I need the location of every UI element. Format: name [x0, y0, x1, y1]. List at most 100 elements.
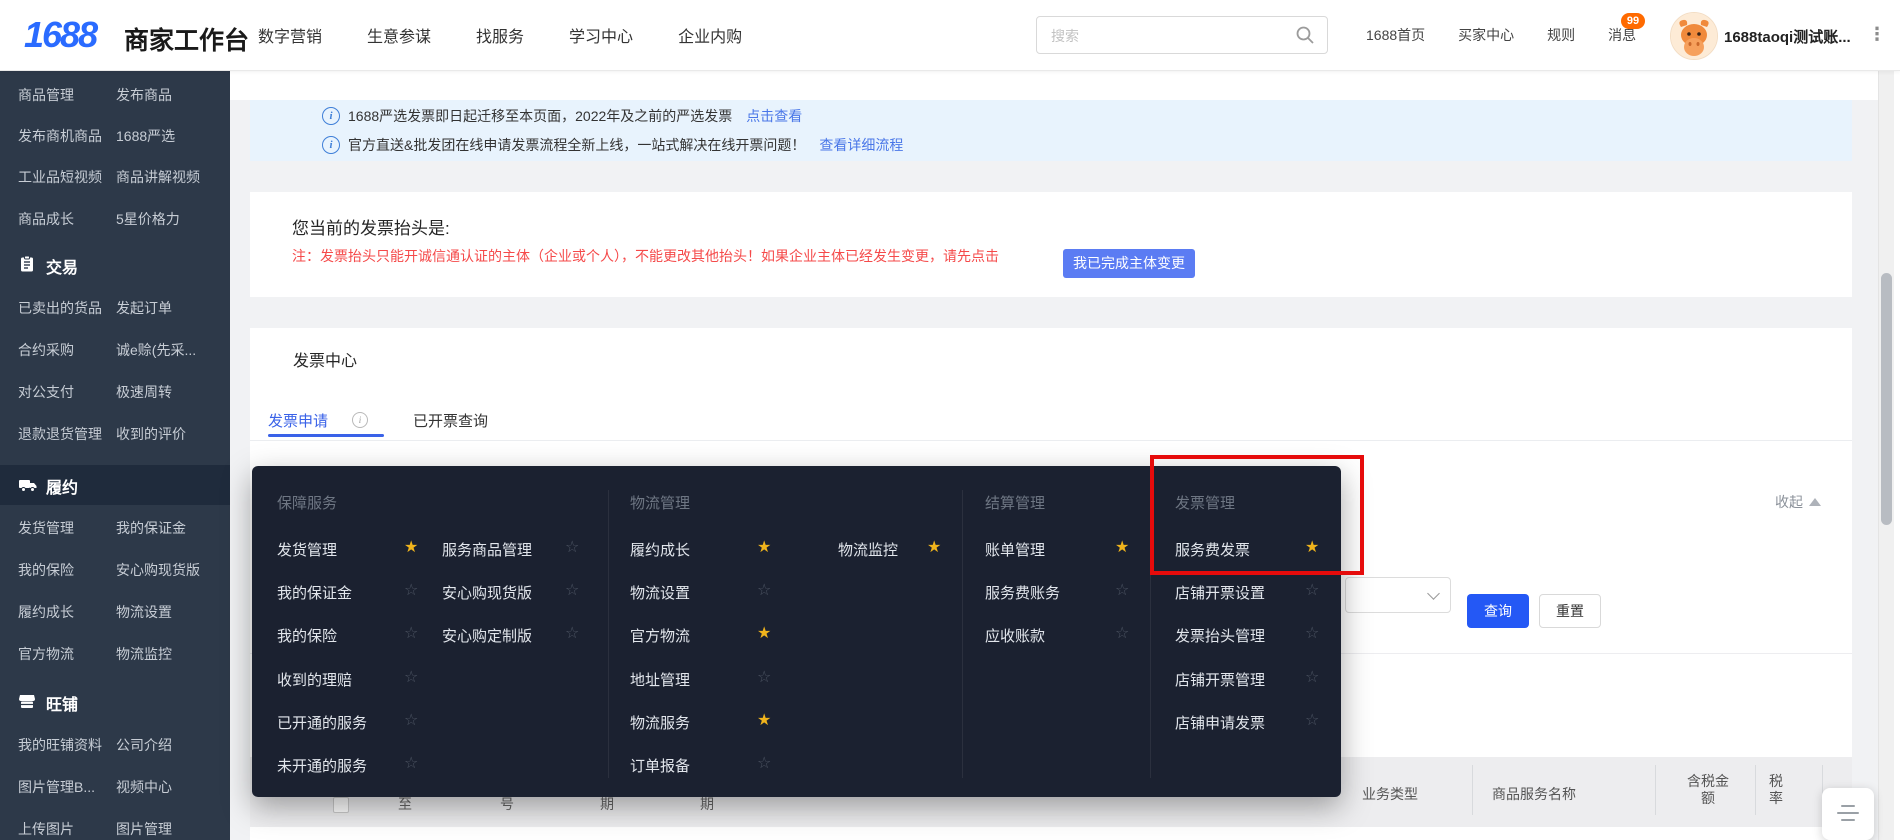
sidebar-item[interactable]: 物流设置: [116, 602, 172, 622]
mega-menu-item[interactable]: 应收账款: [985, 625, 1045, 646]
mega-menu-item[interactable]: 履约成长: [630, 539, 690, 560]
sidebar-item[interactable]: 发起订单: [116, 298, 172, 318]
sidebar-item[interactable]: 我的保证金: [116, 518, 186, 538]
mega-menu-item[interactable]: 店铺申请发票: [1175, 712, 1265, 733]
sidebar-section-交易[interactable]: 交易: [0, 245, 230, 285]
avatar[interactable]: [1670, 12, 1718, 60]
mega-menu-item[interactable]: 发货管理: [277, 539, 337, 560]
favorite-star-outline-icon[interactable]: ☆: [565, 538, 579, 558]
sidebar-item[interactable]: 退款退货管理: [18, 424, 102, 444]
favorite-star-outline-icon[interactable]: ☆: [1115, 581, 1129, 601]
favorite-star-outline-icon[interactable]: ☆: [404, 754, 418, 774]
mega-menu-item[interactable]: 我的保证金: [277, 582, 352, 603]
sidebar-section-履约[interactable]: 履约: [0, 465, 230, 505]
favorite-star-filled-icon[interactable]: ★: [757, 711, 771, 731]
sidebar-item[interactable]: 公司介绍: [116, 735, 172, 755]
sidebar-item[interactable]: 对公支付: [18, 382, 74, 402]
reset-button[interactable]: 重置: [1539, 594, 1601, 628]
favorite-star-outline-icon[interactable]: ☆: [404, 711, 418, 731]
mega-menu-item[interactable]: 店铺开票管理: [1175, 669, 1265, 690]
favorite-star-filled-icon[interactable]: ★: [1115, 538, 1129, 558]
link-rules[interactable]: 规则: [1547, 25, 1575, 45]
favorite-star-outline-icon[interactable]: ☆: [1115, 624, 1129, 644]
mega-menu-item[interactable]: 地址管理: [630, 669, 690, 690]
filter-select[interactable]: [1345, 577, 1451, 613]
favorite-star-filled-icon[interactable]: ★: [757, 624, 771, 644]
mega-menu-item[interactable]: 服务商品管理: [442, 539, 532, 560]
tab-invoice-apply[interactable]: 发票申请: [268, 410, 328, 431]
nav-learning-center[interactable]: 学习中心: [569, 23, 633, 47]
sidebar-item[interactable]: 1688严选: [116, 126, 175, 146]
mega-menu-item[interactable]: 店铺开票设置: [1175, 582, 1265, 603]
mega-menu-item[interactable]: 物流设置: [630, 582, 690, 603]
mega-menu-item[interactable]: 发票抬头管理: [1175, 625, 1265, 646]
sidebar-item[interactable]: 商品讲解视频: [116, 167, 200, 187]
tab-issued-query[interactable]: 已开票查询: [413, 410, 488, 431]
account-name[interactable]: 1688taoqi测试账...: [1724, 26, 1862, 47]
favorite-star-outline-icon[interactable]: ☆: [1305, 668, 1319, 688]
sidebar-item[interactable]: 发货管理: [18, 518, 74, 538]
message-count-badge[interactable]: 99: [1621, 13, 1645, 29]
sidebar-item[interactable]: 合约采购: [18, 340, 74, 360]
nav-find-services[interactable]: 找服务: [476, 23, 524, 47]
sidebar-item[interactable]: 上传图片: [18, 819, 74, 839]
mega-menu-item[interactable]: 安心购定制版: [442, 625, 532, 646]
mega-menu-item[interactable]: 已开通的服务: [277, 712, 367, 733]
favorite-star-outline-icon[interactable]: ☆: [1305, 624, 1319, 644]
floating-widget-button[interactable]: [1822, 788, 1874, 840]
sidebar-item[interactable]: 我的保险: [18, 560, 74, 580]
sidebar-item[interactable]: 官方物流: [18, 644, 74, 664]
favorite-star-outline-icon[interactable]: ☆: [1305, 581, 1319, 601]
sidebar-item[interactable]: 图片管理B...: [18, 777, 95, 797]
mega-menu-item[interactable]: 物流监控: [838, 539, 898, 560]
link-buyer-center[interactable]: 买家中心: [1458, 25, 1514, 45]
sidebar-item[interactable]: 履约成长: [18, 602, 74, 622]
favorite-star-outline-icon[interactable]: ☆: [757, 581, 771, 601]
favorite-star-filled-icon[interactable]: ★: [757, 538, 771, 558]
sidebar-item[interactable]: 商品管理: [18, 85, 74, 105]
scrollbar-thumb[interactable]: [1881, 273, 1892, 525]
mega-menu-item[interactable]: 收到的理赔: [277, 669, 352, 690]
more-menu-icon[interactable]: ⋮: [1868, 24, 1886, 45]
query-button[interactable]: 查询: [1467, 594, 1529, 628]
mega-menu-item[interactable]: 物流服务: [630, 712, 690, 733]
favorite-star-outline-icon[interactable]: ☆: [1305, 711, 1319, 731]
scrollbar[interactable]: [1878, 70, 1894, 840]
sidebar-item[interactable]: 我的旺铺资料: [18, 735, 102, 755]
sidebar-item[interactable]: 诚e赊(先采...: [116, 340, 196, 360]
sidebar-item[interactable]: 发布商品: [116, 85, 172, 105]
sidebar-item[interactable]: 收到的评价: [116, 424, 186, 444]
collapse-toggle[interactable]: 收起: [1775, 492, 1821, 512]
mega-menu-item[interactable]: 官方物流: [630, 625, 690, 646]
logo-workbench-text[interactable]: 商家工作台: [124, 21, 249, 57]
favorite-star-outline-icon[interactable]: ☆: [404, 668, 418, 688]
sidebar-item[interactable]: 图片管理: [116, 819, 172, 839]
link-1688-home[interactable]: 1688首页: [1366, 25, 1425, 45]
tab-info-icon[interactable]: i: [352, 412, 368, 428]
sidebar-item[interactable]: 安心购现货版: [116, 560, 200, 580]
favorite-star-filled-icon[interactable]: ★: [404, 538, 418, 558]
notice-link[interactable]: 查看详细流程: [819, 135, 903, 155]
mega-menu-item[interactable]: 我的保险: [277, 625, 337, 646]
notice-link[interactable]: 点击查看: [746, 106, 802, 126]
nav-enterprise-purchase[interactable]: 企业内购: [678, 23, 742, 47]
nav-business-advisor[interactable]: 生意参谋: [367, 23, 431, 47]
sidebar-item[interactable]: 极速周转: [116, 382, 172, 402]
mega-menu-item[interactable]: 订单报备: [630, 755, 690, 776]
favorite-star-outline-icon[interactable]: ☆: [404, 624, 418, 644]
logo-1688[interactable]: 1688: [24, 14, 96, 56]
sidebar-item[interactable]: 物流监控: [116, 644, 172, 664]
search-input[interactable]: 搜索: [1036, 16, 1328, 54]
favorite-star-outline-icon[interactable]: ☆: [757, 668, 771, 688]
sidebar-item[interactable]: 已卖出的货品: [18, 298, 102, 318]
favorite-star-outline-icon[interactable]: ☆: [757, 754, 771, 774]
sidebar-item[interactable]: 视频中心: [116, 777, 172, 797]
favorite-star-outline-icon[interactable]: ☆: [565, 581, 579, 601]
subject-changed-button[interactable]: 我已完成主体变更: [1063, 249, 1195, 278]
search-icon[interactable]: [1295, 25, 1315, 50]
sidebar-item[interactable]: 商品成长: [18, 209, 74, 229]
mega-menu-item[interactable]: 账单管理: [985, 539, 1045, 560]
sidebar-item[interactable]: 5星价格力: [116, 209, 180, 229]
select-all-checkbox[interactable]: [333, 797, 349, 813]
mega-menu-item[interactable]: 服务费账务: [985, 582, 1060, 603]
